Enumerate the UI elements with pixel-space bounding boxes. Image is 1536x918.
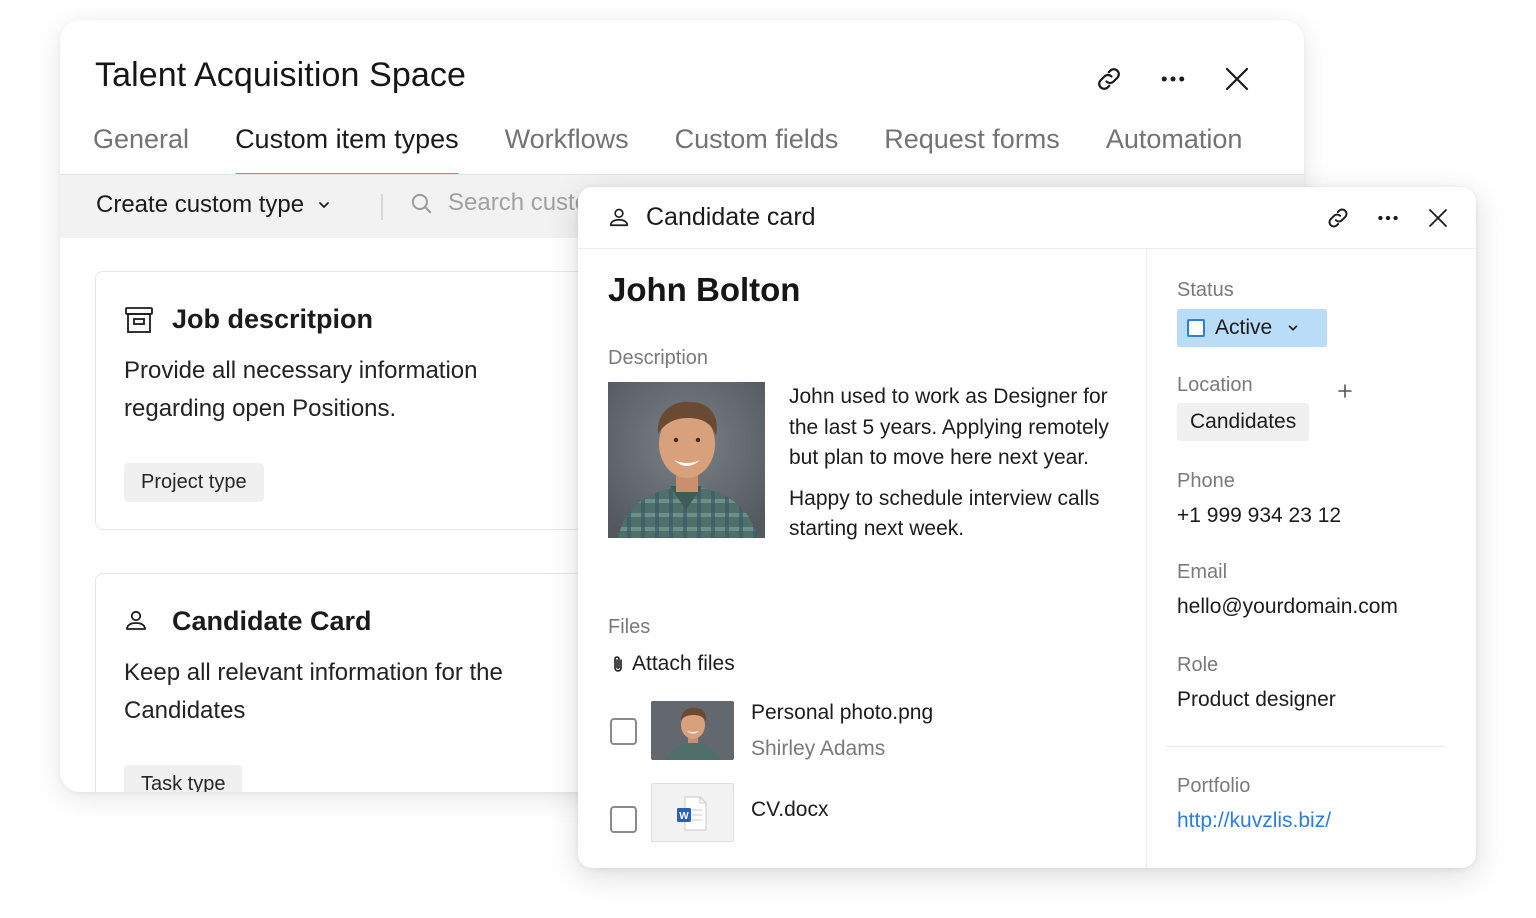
custom-type-card[interactable]: Candidate Card Keep all relevant informa… bbox=[95, 573, 635, 792]
email-value: hello@yourdomain.com bbox=[1177, 595, 1398, 618]
status-label: Status bbox=[1177, 279, 1234, 301]
chevron-down-icon bbox=[319, 202, 329, 208]
details-divider bbox=[1165, 746, 1445, 747]
column-divider bbox=[1146, 249, 1147, 868]
portfolio-link[interactable]: http://kuvzlis.biz/ bbox=[1177, 809, 1331, 833]
card-title: Job descritpion bbox=[172, 304, 374, 334]
candidate-header-title: Candidate card bbox=[646, 203, 816, 231]
candidate-header: Candidate card bbox=[578, 187, 1476, 249]
more-icon[interactable] bbox=[1158, 64, 1188, 94]
type-chip: Project type bbox=[124, 463, 264, 502]
search-icon bbox=[411, 193, 432, 214]
status-dropdown[interactable]: Active bbox=[1177, 309, 1327, 347]
portfolio-label: Portfolio bbox=[1177, 775, 1251, 797]
status-checkbox-icon bbox=[1187, 319, 1205, 337]
location-label: Location bbox=[1177, 374, 1253, 396]
file-checkbox[interactable] bbox=[610, 806, 637, 833]
candidate-card-panel: Candidate card John Bolton Description J… bbox=[578, 187, 1476, 868]
candidate-description: John used to work as Designer for the la… bbox=[789, 382, 1119, 545]
settings-tabs: General Custom item types Workflows Cust… bbox=[93, 118, 1304, 176]
link-icon[interactable] bbox=[1094, 64, 1124, 94]
link-icon[interactable] bbox=[1324, 204, 1352, 232]
role-label: Role bbox=[1177, 654, 1219, 676]
role-value: Product designer bbox=[1177, 688, 1336, 711]
location-chip[interactable]: Candidates bbox=[1177, 403, 1310, 441]
card-description: Provide all necessary information regard… bbox=[124, 357, 478, 422]
page-title: Talent Acquisition Space bbox=[95, 56, 466, 94]
description-paragraph: Happy to schedule interview calls starti… bbox=[789, 486, 1100, 541]
files-label: Files bbox=[608, 616, 651, 638]
candidate-photo bbox=[608, 382, 765, 538]
person-icon bbox=[124, 608, 148, 637]
custom-type-card[interactable]: Job descritpion Provide all necessary in… bbox=[95, 271, 635, 530]
file-thumbnail bbox=[651, 701, 734, 760]
svg-text:W: W bbox=[679, 811, 689, 822]
person-icon bbox=[608, 206, 630, 233]
space-header-actions bbox=[1094, 64, 1252, 94]
close-icon[interactable] bbox=[1424, 204, 1452, 232]
file-owner: Shirley Adams bbox=[751, 737, 886, 760]
word-file-icon: W bbox=[651, 783, 734, 842]
tab-custom-fields[interactable]: Custom fields bbox=[675, 118, 839, 174]
candidate-header-actions bbox=[1324, 204, 1452, 232]
card-description: Keep all relevant information for the Ca… bbox=[124, 659, 503, 724]
tab-workflows[interactable]: Workflows bbox=[505, 118, 629, 174]
status-value: Active bbox=[1215, 316, 1273, 339]
more-icon[interactable] bbox=[1374, 204, 1402, 232]
add-location-icon[interactable] bbox=[1335, 381, 1355, 401]
file-name[interactable]: Personal photo.png bbox=[751, 701, 933, 725]
tab-general[interactable]: General bbox=[93, 118, 189, 174]
create-custom-type-label: Create custom type bbox=[96, 191, 305, 218]
file-name[interactable]: CV.docx bbox=[751, 798, 828, 822]
phone-value: +1 999 934 23 12 bbox=[1177, 504, 1342, 527]
card-title: Candidate Card bbox=[172, 606, 372, 636]
tab-automation[interactable]: Automation bbox=[1106, 118, 1243, 174]
file-checkbox[interactable] bbox=[610, 717, 637, 745]
create-custom-type-button[interactable]: Create custom type bbox=[96, 191, 332, 219]
toolbar-separator bbox=[381, 194, 383, 220]
chevron-down-icon bbox=[1288, 325, 1298, 331]
description-label: Description bbox=[608, 347, 709, 369]
paperclip-icon bbox=[614, 656, 622, 672]
candidate-name: John Bolton bbox=[608, 271, 801, 308]
close-icon[interactable] bbox=[1222, 64, 1252, 94]
archive-icon bbox=[124, 306, 154, 339]
tab-custom-item-types[interactable]: Custom item types bbox=[235, 118, 459, 176]
tab-request-forms[interactable]: Request forms bbox=[884, 118, 1060, 174]
description-paragraph: John used to work as Designer for the la… bbox=[789, 385, 1109, 469]
attach-files-button[interactable]: Attach files bbox=[612, 652, 735, 676]
file-row: W CV.docx bbox=[610, 783, 1130, 842]
file-row: Personal photo.png Shirley Adams bbox=[610, 701, 1130, 760]
email-label: Email bbox=[1177, 561, 1228, 583]
attach-files-label: Attach files bbox=[632, 652, 735, 675]
type-chip: Task type bbox=[124, 765, 243, 792]
phone-label: Phone bbox=[1177, 470, 1235, 492]
